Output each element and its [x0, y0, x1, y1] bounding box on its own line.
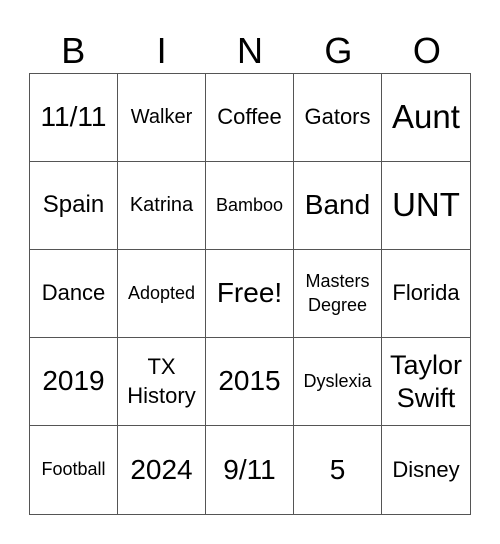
bingo-cell: Aunt	[382, 74, 470, 162]
bingo-cell: 2019	[30, 338, 118, 426]
bingo-cell: 11/11	[30, 74, 118, 162]
bingo-header: B I N G O	[29, 28, 471, 74]
bingo-cell: Gators	[294, 74, 382, 162]
bingo-cell: Katrina	[118, 162, 206, 250]
bingo-cell: UNT	[382, 162, 470, 250]
bingo-cell: Bamboo	[206, 162, 294, 250]
bingo-cell: 9/11	[206, 426, 294, 514]
bingo-cell: Dyslexia	[294, 338, 382, 426]
header-letter-i: I	[156, 30, 167, 71]
bingo-cell: Spain	[30, 162, 118, 250]
bingo-cell: Florida	[382, 250, 470, 338]
bingo-cell: TX History	[118, 338, 206, 426]
bingo-cell: Walker	[118, 74, 206, 162]
bingo-cell: Coffee	[206, 74, 294, 162]
bingo-cell: Disney	[392, 456, 460, 482]
bingo-cell: Football	[30, 426, 118, 514]
bingo-cell: Masters Degree	[294, 250, 382, 338]
bingo-cell: Dance	[30, 250, 118, 338]
header-letter-n: N	[237, 30, 264, 71]
bingo-grid: 11/11 Walker Coffee Gators Aunt Spain Ka…	[29, 73, 471, 515]
header-letter-o: O	[412, 30, 441, 71]
bingo-cell: Band	[294, 162, 382, 250]
bingo-cell: Adopted	[118, 250, 206, 338]
bingo-cell: Taylor Swift	[382, 338, 470, 426]
bingo-cell: 2015	[206, 338, 294, 426]
header-letter-g: G	[324, 30, 353, 71]
header-letter-b: B	[61, 30, 86, 71]
bingo-cell: 2024	[118, 426, 206, 514]
bingo-cell: 5	[294, 426, 382, 514]
free-space-cell: Free!	[206, 250, 294, 338]
